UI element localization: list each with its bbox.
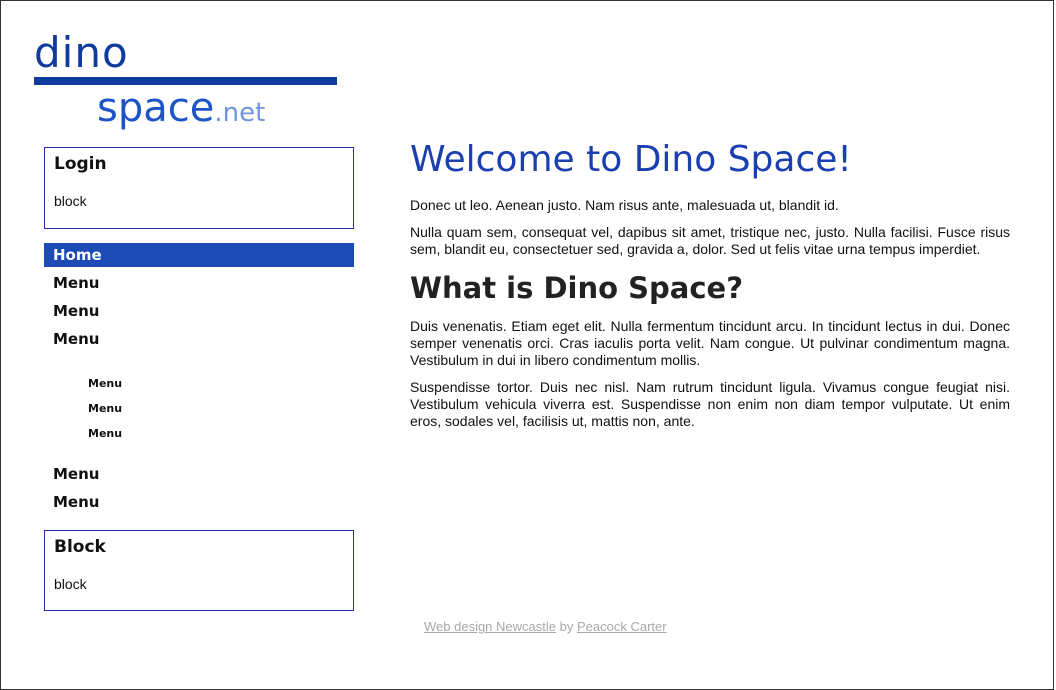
footer-link-web-design[interactable]: Web design Newcastle <box>424 619 556 634</box>
sidebar-menu: Home Menu Menu Menu Menu Menu Menu Menu … <box>44 243 354 516</box>
main-content: Welcome to Dino Space! Donec ut leo. Aen… <box>410 137 1010 440</box>
section-heading: What is Dino Space? <box>410 271 744 305</box>
logo-rule <box>34 77 337 85</box>
logo-text-dino: dino <box>34 28 129 77</box>
logo-space-word: space <box>97 85 215 131</box>
submenu-item[interactable]: Menu <box>44 396 354 421</box>
site-logo[interactable]: dino space.net <box>34 30 338 135</box>
submenu-item[interactable]: Menu <box>44 371 354 396</box>
menu-item[interactable]: Menu <box>44 460 354 488</box>
login-block: Login block <box>44 147 354 229</box>
sidebar-block-title: Block <box>54 537 106 557</box>
login-block-title: Login <box>54 154 107 174</box>
footer: Web design Newcastle by Peacock Carter <box>424 619 667 634</box>
page-title: Welcome to Dino Space! <box>410 139 852 180</box>
sidebar-block-body: block <box>54 576 87 592</box>
body-paragraph: Nulla quam sem, consequat vel, dapibus s… <box>410 224 1010 257</box>
logo-net-suffix: .net <box>214 98 266 128</box>
logo-text-space: space.net <box>97 85 265 136</box>
intro-paragraph: Donec ut leo. Aenean justo. Nam risus an… <box>410 197 839 213</box>
submenu: Menu Menu Menu <box>44 353 354 460</box>
submenu-item[interactable]: Menu <box>44 421 354 446</box>
menu-item[interactable]: Menu <box>44 325 354 353</box>
footer-link-peacock-carter[interactable]: Peacock Carter <box>577 619 667 634</box>
footer-by-text: by <box>559 619 574 634</box>
body-paragraph: Suspendisse tortor. Duis nec nisl. Nam r… <box>410 379 1010 429</box>
sidebar-block: Block block <box>44 530 354 611</box>
login-block-body: block <box>54 193 87 209</box>
body-paragraph: Duis venenatis. Etiam eget elit. Nulla f… <box>410 318 1010 368</box>
menu-item[interactable]: Menu <box>44 269 354 297</box>
menu-item-home[interactable]: Home <box>44 243 354 267</box>
menu-item[interactable]: Menu <box>44 297 354 325</box>
menu-item[interactable]: Menu <box>44 488 354 516</box>
